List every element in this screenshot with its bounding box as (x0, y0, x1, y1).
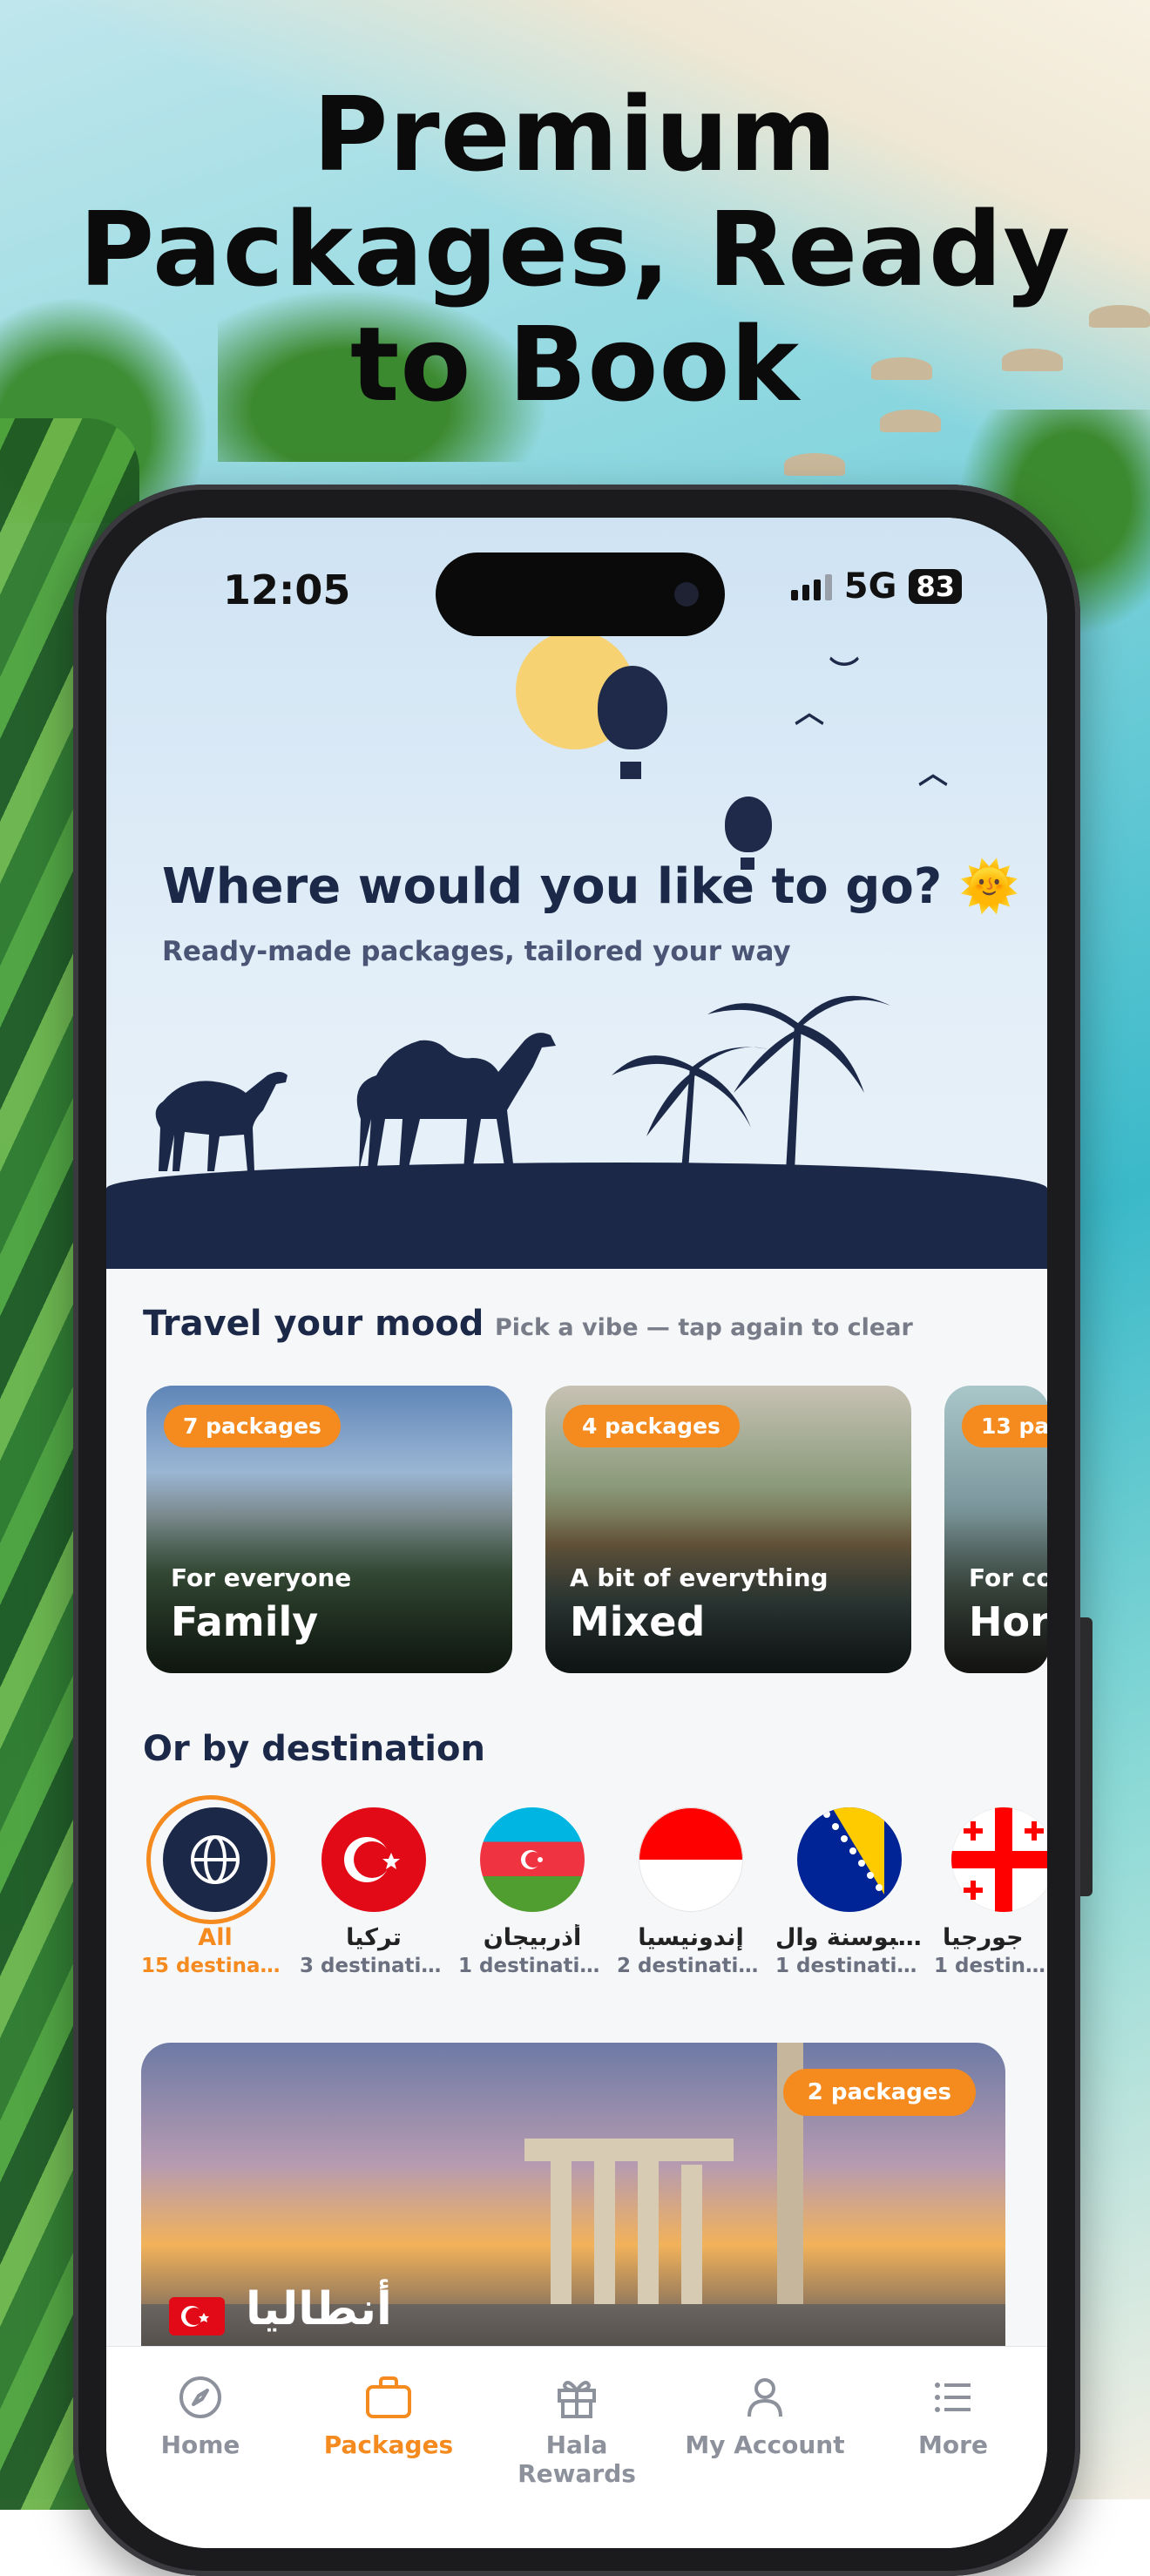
section-title-mood: Travel your mood (143, 1304, 484, 1344)
bird-illustration: ︿ (795, 695, 824, 730)
gift-icon (483, 2373, 671, 2422)
mood-card-mixed[interactable]: 4 packages A bit of everything Mixed (545, 1386, 911, 1673)
mood-card-tagline: A bit of everything (570, 1563, 829, 1592)
app-screen: ︶ ︿ ︿ 12:05 5G 83 Where would you like t… (106, 518, 1047, 2548)
mood-card-name: Mixed (570, 1598, 706, 1645)
tab-label: More (918, 2430, 988, 2459)
globe-icon (163, 1807, 267, 1912)
flag-turkey-icon (169, 2297, 225, 2335)
tab-label: Hala Rewards (518, 2430, 636, 2488)
featured-city-name: أنطاليا (246, 2283, 392, 2335)
tab-label: Home (160, 2430, 240, 2459)
destination-chip-turkey[interactable]: تركيا 3 destinatio… (300, 1807, 448, 1977)
featured-destination-card[interactable]: 2 packages أنطاليا (141, 2043, 1005, 2391)
tab-label: Packages (323, 2430, 454, 2459)
flag-azerbaijan-icon (480, 1807, 585, 1912)
destination-count: 1 destination (458, 1955, 606, 1977)
phone-side-button (1080, 1617, 1092, 1896)
mood-card-name: Hor (969, 1598, 1047, 1645)
balloon-basket (620, 762, 641, 779)
headline-line: Packages, Ready (78, 189, 1072, 309)
destination-label: البوسنة وال… (775, 1924, 923, 1951)
destination-chip-indonesia[interactable]: إندونيسيا 2 destinatio… (617, 1807, 765, 1977)
phone-frame: ︶ ︿ ︿ 12:05 5G 83 Where would you like t… (73, 485, 1092, 2576)
user-icon (671, 2373, 859, 2422)
destination-count: 1 destinat (934, 1955, 1047, 1977)
tab-hala-rewards[interactable]: Hala Rewards (483, 2373, 671, 2488)
tab-home[interactable]: Home (106, 2373, 294, 2459)
tab-label: My Account (685, 2430, 845, 2459)
destination-count: 2 destinatio… (617, 1955, 765, 1977)
card-gradient (545, 1516, 911, 1673)
bird-illustration: ︶ (829, 655, 859, 690)
destination-chip-bosnia[interactable]: البوسنة وال… 1 destination (775, 1807, 923, 1977)
status-indicators: 5G 83 (790, 566, 962, 607)
destination-count: 15 destinatio… (141, 1955, 289, 1977)
flag-bosnia-icon (797, 1807, 902, 1912)
promo-headline: Premium Packages, Ready to Book (0, 77, 1150, 422)
destination-label: All (198, 1924, 233, 1951)
destination-chip-georgia[interactable]: جورجيا 1 destinat (934, 1807, 1047, 1977)
section-title-destination: Or by destination (143, 1729, 485, 1769)
camera-icon (674, 582, 699, 607)
list-icon (859, 2373, 1047, 2422)
bird-illustration: ︿ (918, 756, 948, 791)
destination-label: إندونيسيا (638, 1924, 744, 1951)
dynamic-island (436, 552, 725, 636)
compass-icon (106, 2373, 294, 2422)
hero-banner: ︶ ︿ ︿ 12:05 5G 83 Where would you like t… (106, 518, 1047, 1269)
mood-carousel[interactable]: 7 packages For everyone Family 4 package… (146, 1386, 1047, 1673)
tab-packages[interactable]: Packages (294, 2373, 483, 2459)
briefcase-icon (294, 2373, 483, 2422)
package-count-badge: 13 pac (962, 1405, 1047, 1447)
package-count-badge: 2 packages (782, 2069, 976, 2116)
destination-filter-row[interactable]: All 15 destinatio… تركيا 3 destinatio… أ… (141, 1795, 1047, 1977)
signal-icon (790, 573, 832, 600)
flag-turkey-icon (321, 1807, 426, 1912)
ruin-column (594, 2147, 615, 2330)
desert-silhouette (155, 995, 890, 1171)
mood-card-partial[interactable]: 13 pac For co Hor (944, 1386, 1047, 1673)
package-count-badge: 4 packages (563, 1405, 740, 1447)
tab-more[interactable]: More (859, 2373, 1047, 2459)
hero-subtitle: Ready-made packages, tailored your way (162, 936, 791, 967)
mood-card-tagline: For everyone (171, 1563, 352, 1592)
balloon-illustration (725, 797, 772, 852)
destination-chip-azerbaijan[interactable]: أذربيجان 1 destination (458, 1807, 606, 1977)
battery-icon: 83 (909, 569, 962, 604)
destination-label: جورجيا (943, 1924, 1024, 1951)
destination-count: 1 destination (775, 1955, 923, 1977)
desert-ground (106, 1163, 1047, 1269)
destination-chip-all[interactable]: All 15 destinatio… (141, 1795, 289, 1977)
card-gradient (146, 1516, 512, 1673)
destination-label: تركيا (346, 1924, 402, 1951)
flag-georgia-icon (951, 1807, 1047, 1912)
section-hint-mood: Pick a vibe — tap again to clear (495, 1314, 913, 1341)
mood-card-name: Family (171, 1598, 319, 1645)
mood-card-tagline: For co (969, 1563, 1047, 1592)
status-time: 12:05 (223, 566, 351, 613)
beach-umbrella (784, 453, 845, 476)
network-label: 5G (843, 566, 897, 607)
card-gradient (944, 1516, 1047, 1673)
package-count-badge: 7 packages (164, 1405, 341, 1447)
hero-title: Where would you like to go? 🌞 (162, 858, 1020, 915)
destination-count: 3 destinatio… (300, 1955, 448, 1977)
mood-card-family[interactable]: 7 packages For everyone Family (146, 1386, 512, 1673)
balloon-illustration (598, 666, 667, 749)
bottom-tab-bar: Home Packages Hala Rewards My Account Mo… (106, 2346, 1047, 2548)
flag-indonesia-icon (639, 1807, 743, 1912)
destination-label: أذربيجان (483, 1924, 582, 1951)
headline-line: Premium (312, 74, 838, 194)
tab-my-account[interactable]: My Account (671, 2373, 859, 2459)
ruin-lintel (524, 2139, 734, 2161)
headline-line: to Book (349, 304, 801, 424)
